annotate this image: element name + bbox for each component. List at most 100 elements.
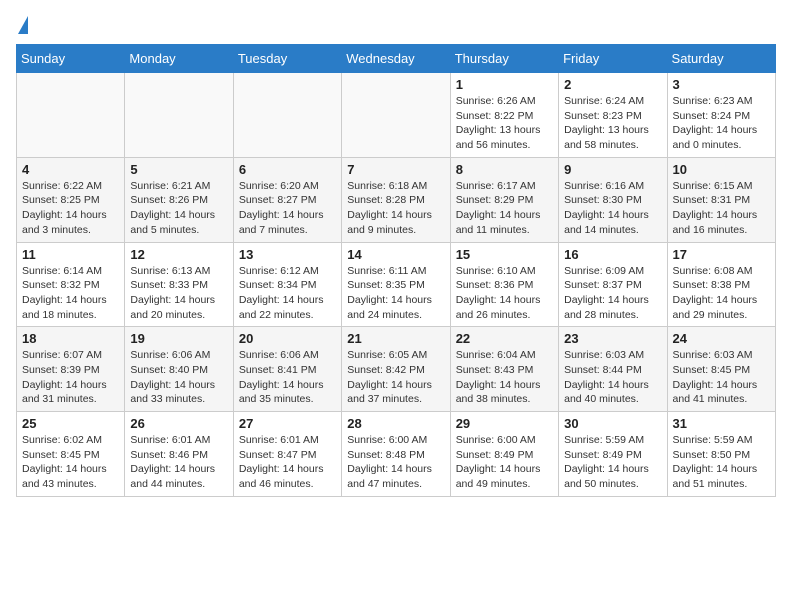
cell-info: Sunrise: 6:26 AM Sunset: 8:22 PM Dayligh… — [456, 94, 553, 153]
calendar-header-friday: Friday — [559, 45, 667, 73]
day-number: 11 — [22, 247, 119, 262]
day-number: 18 — [22, 331, 119, 346]
calendar-cell: 2Sunrise: 6:24 AM Sunset: 8:23 PM Daylig… — [559, 73, 667, 158]
calendar-cell: 15Sunrise: 6:10 AM Sunset: 8:36 PM Dayli… — [450, 242, 558, 327]
calendar-week-5: 25 Sunrise: 6:02 AM Sunset: 8:45 PM Dayli… — [17, 412, 776, 497]
cell-info: Sunrise: 5:59 AM Sunset: 8:49 PM Dayligh… — [564, 433, 661, 492]
calendar-cell: 20 Sunrise: 6:06 AM Sunset: 8:41 PM Dayli… — [233, 327, 341, 412]
calendar-cell — [342, 73, 450, 158]
calendar-header-saturday: Saturday — [667, 45, 775, 73]
day-number: 22 — [456, 331, 553, 346]
day-number: 10 — [673, 162, 770, 177]
day-number: 14 — [347, 247, 444, 262]
cell-info: Sunrise: 6:17 AM Sunset: 8:29 PM Dayligh… — [456, 179, 553, 238]
cell-info: Sunrise: 6:02 AM Sunset: 8:45 PM Dayligh… — [22, 433, 119, 492]
calendar-cell: 7 Sunrise: 6:18 AM Sunset: 8:28 PM Daylig… — [342, 157, 450, 242]
cell-info: Sunrise: 6:18 AM Sunset: 8:28 PM Dayligh… — [347, 179, 444, 238]
calendar-cell: 21Sunrise: 6:05 AM Sunset: 8:42 PM Dayli… — [342, 327, 450, 412]
calendar-cell: 9Sunrise: 6:16 AM Sunset: 8:30 PM Daylig… — [559, 157, 667, 242]
cell-info: Sunrise: 6:24 AM Sunset: 8:23 PM Dayligh… — [564, 94, 661, 153]
calendar-cell — [125, 73, 233, 158]
cell-info: Sunrise: 6:20 AM Sunset: 8:27 PM Dayligh… — [239, 179, 336, 238]
cell-info: Sunrise: 6:04 AM Sunset: 8:43 PM Dayligh… — [456, 348, 553, 407]
page-header — [16, 16, 776, 36]
calendar-week-4: 18 Sunrise: 6:07 AM Sunset: 8:39 PM Dayli… — [17, 327, 776, 412]
day-number: 7 — [347, 162, 444, 177]
day-number: 26 — [130, 416, 227, 431]
day-number: 30 — [564, 416, 661, 431]
calendar-cell: 28 Sunrise: 6:00 AM Sunset: 8:48 PM Dayli… — [342, 412, 450, 497]
calendar-cell: 23 Sunrise: 6:03 AM Sunset: 8:44 PM Dayli… — [559, 327, 667, 412]
day-number: 20 — [239, 331, 336, 346]
calendar-cell: 12Sunrise: 6:13 AM Sunset: 8:33 PM Dayli… — [125, 242, 233, 327]
day-number: 27 — [239, 416, 336, 431]
calendar-cell: 22 Sunrise: 6:04 AM Sunset: 8:43 PM Dayli… — [450, 327, 558, 412]
calendar-cell: 18 Sunrise: 6:07 AM Sunset: 8:39 PM Dayli… — [17, 327, 125, 412]
logo-triangle-icon — [18, 16, 28, 34]
calendar-cell: 25 Sunrise: 6:02 AM Sunset: 8:45 PM Dayli… — [17, 412, 125, 497]
cell-info: Sunrise: 6:00 AM Sunset: 8:49 PM Dayligh… — [456, 433, 553, 492]
cell-info: Sunrise: 6:23 AM Sunset: 8:24 PM Dayligh… — [673, 94, 770, 153]
cell-info: Sunrise: 6:21 AM Sunset: 8:26 PM Dayligh… — [130, 179, 227, 238]
calendar-cell: 14 Sunrise: 6:11 AM Sunset: 8:35 PM Dayli… — [342, 242, 450, 327]
logo — [16, 16, 28, 36]
calendar-cell: 6 Sunrise: 6:20 AM Sunset: 8:27 PM Daylig… — [233, 157, 341, 242]
day-number: 31 — [673, 416, 770, 431]
calendar-cell: 1 Sunrise: 6:26 AM Sunset: 8:22 PM Daylig… — [450, 73, 558, 158]
calendar-cell: 19Sunrise: 6:06 AM Sunset: 8:40 PM Dayli… — [125, 327, 233, 412]
calendar-cell: 16 Sunrise: 6:09 AM Sunset: 8:37 PM Dayli… — [559, 242, 667, 327]
calendar-cell: 24 Sunrise: 6:03 AM Sunset: 8:45 PM Dayli… — [667, 327, 775, 412]
calendar-cell: 11 Sunrise: 6:14 AM Sunset: 8:32 PM Dayli… — [17, 242, 125, 327]
day-number: 28 — [347, 416, 444, 431]
day-number: 17 — [673, 247, 770, 262]
day-number: 19 — [130, 331, 227, 346]
day-number: 16 — [564, 247, 661, 262]
cell-info: Sunrise: 5:59 AM Sunset: 8:50 PM Dayligh… — [673, 433, 770, 492]
calendar-cell: 29Sunrise: 6:00 AM Sunset: 8:49 PM Dayli… — [450, 412, 558, 497]
calendar-cell — [17, 73, 125, 158]
cell-info: Sunrise: 6:06 AM Sunset: 8:41 PM Dayligh… — [239, 348, 336, 407]
calendar-header-thursday: Thursday — [450, 45, 558, 73]
cell-info: Sunrise: 6:05 AM Sunset: 8:42 PM Dayligh… — [347, 348, 444, 407]
cell-info: Sunrise: 6:10 AM Sunset: 8:36 PM Dayligh… — [456, 264, 553, 323]
calendar-cell: 31 Sunrise: 5:59 AM Sunset: 8:50 PM Dayli… — [667, 412, 775, 497]
cell-info: Sunrise: 6:03 AM Sunset: 8:44 PM Dayligh… — [564, 348, 661, 407]
cell-info: Sunrise: 6:11 AM Sunset: 8:35 PM Dayligh… — [347, 264, 444, 323]
calendar-week-1: 1 Sunrise: 6:26 AM Sunset: 8:22 PM Daylig… — [17, 73, 776, 158]
calendar-cell: 17 Sunrise: 6:08 AM Sunset: 8:38 PM Dayli… — [667, 242, 775, 327]
day-number: 5 — [130, 162, 227, 177]
day-number: 13 — [239, 247, 336, 262]
calendar-cell: 4 Sunrise: 6:22 AM Sunset: 8:25 PM Daylig… — [17, 157, 125, 242]
calendar-cell: 13Sunrise: 6:12 AM Sunset: 8:34 PM Dayli… — [233, 242, 341, 327]
cell-info: Sunrise: 6:07 AM Sunset: 8:39 PM Dayligh… — [22, 348, 119, 407]
calendar-header-sunday: Sunday — [17, 45, 125, 73]
calendar-header-wednesday: Wednesday — [342, 45, 450, 73]
cell-info: Sunrise: 6:16 AM Sunset: 8:30 PM Dayligh… — [564, 179, 661, 238]
cell-info: Sunrise: 6:01 AM Sunset: 8:47 PM Dayligh… — [239, 433, 336, 492]
calendar-cell — [233, 73, 341, 158]
calendar-cell: 30 Sunrise: 5:59 AM Sunset: 8:49 PM Dayli… — [559, 412, 667, 497]
calendar-header-tuesday: Tuesday — [233, 45, 341, 73]
cell-info: Sunrise: 6:03 AM Sunset: 8:45 PM Dayligh… — [673, 348, 770, 407]
calendar-cell: 3Sunrise: 6:23 AM Sunset: 8:24 PM Daylig… — [667, 73, 775, 158]
day-number: 12 — [130, 247, 227, 262]
calendar-cell: 5 Sunrise: 6:21 AM Sunset: 8:26 PM Daylig… — [125, 157, 233, 242]
cell-info: Sunrise: 6:08 AM Sunset: 8:38 PM Dayligh… — [673, 264, 770, 323]
day-number: 1 — [456, 77, 553, 92]
cell-info: Sunrise: 6:22 AM Sunset: 8:25 PM Dayligh… — [22, 179, 119, 238]
calendar-header-row: SundayMondayTuesdayWednesdayThursdayFrid… — [17, 45, 776, 73]
day-number: 24 — [673, 331, 770, 346]
day-number: 6 — [239, 162, 336, 177]
day-number: 23 — [564, 331, 661, 346]
calendar-table: SundayMondayTuesdayWednesdayThursdayFrid… — [16, 44, 776, 497]
calendar-week-2: 4 Sunrise: 6:22 AM Sunset: 8:25 PM Daylig… — [17, 157, 776, 242]
day-number: 25 — [22, 416, 119, 431]
cell-info: Sunrise: 6:00 AM Sunset: 8:48 PM Dayligh… — [347, 433, 444, 492]
calendar-header-monday: Monday — [125, 45, 233, 73]
calendar-week-3: 11 Sunrise: 6:14 AM Sunset: 8:32 PM Dayli… — [17, 242, 776, 327]
day-number: 8 — [456, 162, 553, 177]
cell-info: Sunrise: 6:09 AM Sunset: 8:37 PM Dayligh… — [564, 264, 661, 323]
cell-info: Sunrise: 6:14 AM Sunset: 8:32 PM Dayligh… — [22, 264, 119, 323]
day-number: 4 — [22, 162, 119, 177]
calendar-cell: 10Sunrise: 6:15 AM Sunset: 8:31 PM Dayli… — [667, 157, 775, 242]
